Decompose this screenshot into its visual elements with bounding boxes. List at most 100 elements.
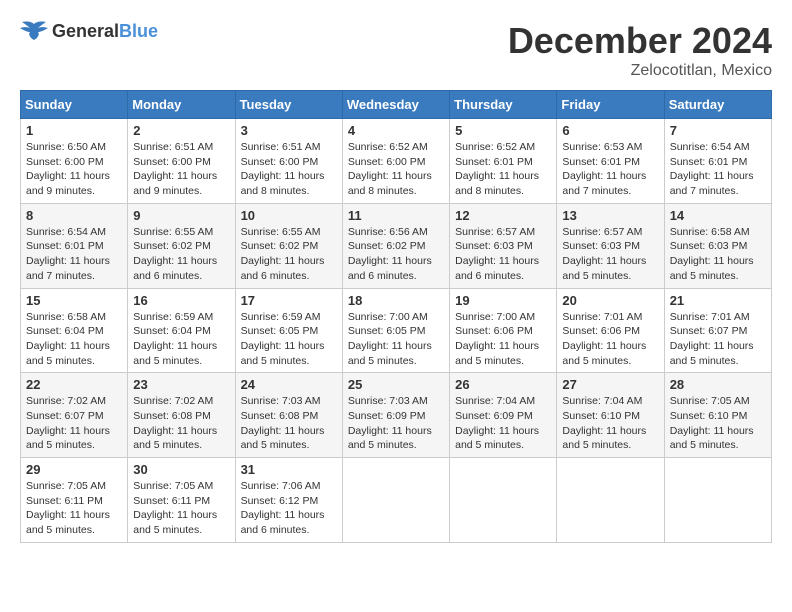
month-title: December 2024 — [508, 20, 772, 62]
empty-cell — [664, 458, 771, 543]
weekday-header-tuesday: Tuesday — [235, 91, 342, 119]
day-number: 23 — [133, 377, 229, 392]
day-number: 21 — [670, 293, 766, 308]
title-block: December 2024 Zelocotitlan, Mexico — [508, 20, 772, 80]
calendar-cell-day-20: 20Sunrise: 7:01 AM Sunset: 6:06 PM Dayli… — [557, 288, 664, 373]
day-number: 20 — [562, 293, 658, 308]
weekday-header-saturday: Saturday — [664, 91, 771, 119]
day-info: Sunrise: 6:59 AM Sunset: 6:04 PM Dayligh… — [133, 310, 229, 369]
weekday-header-row: SundayMondayTuesdayWednesdayThursdayFrid… — [21, 91, 772, 119]
logo-text: GeneralBlue — [52, 21, 158, 42]
day-number: 22 — [26, 377, 122, 392]
day-info: Sunrise: 7:00 AM Sunset: 6:05 PM Dayligh… — [348, 310, 444, 369]
calendar-cell-day-30: 30 Sunrise: 7:05 AM Sunset: 6:11 PM Dayli… — [128, 458, 235, 543]
calendar-cell-day-4: 4 Sunrise: 6:52 AM Sunset: 6:00 PM Daylig… — [342, 119, 449, 204]
day-number: 2 — [133, 123, 229, 138]
day-info: Sunrise: 7:00 AM Sunset: 6:06 PM Dayligh… — [455, 310, 551, 369]
day-info: Sunrise: 7:03 AM Sunset: 6:08 PM Dayligh… — [241, 394, 337, 453]
day-info: Sunrise: 7:02 AM Sunset: 6:07 PM Dayligh… — [26, 394, 122, 453]
logo-bird-icon — [20, 20, 48, 42]
empty-cell — [342, 458, 449, 543]
calendar-cell-day-31: 31 Sunrise: 7:06 AM Sunset: 6:12 PM Dayli… — [235, 458, 342, 543]
day-info: Sunrise: 6:59 AM Sunset: 6:05 PM Dayligh… — [241, 310, 337, 369]
day-info: Sunrise: 6:56 AM Sunset: 6:02 PM Dayligh… — [348, 225, 444, 284]
day-number: 3 — [241, 123, 337, 138]
calendar-cell-day-10: 10 Sunrise: 6:55 AM Sunset: 6:02 PM Dayli… — [235, 203, 342, 288]
day-number: 16 — [133, 293, 229, 308]
calendar-cell-day-1: 1Sunrise: 6:50 AM Sunset: 6:00 PM Daylig… — [21, 119, 128, 204]
day-info: Sunrise: 7:04 AM Sunset: 6:09 PM Dayligh… — [455, 394, 551, 453]
calendar-cell-day-16: 16 Sunrise: 6:59 AM Sunset: 6:04 PM Dayli… — [128, 288, 235, 373]
calendar-cell-day-23: 23Sunrise: 7:02 AM Sunset: 6:08 PM Dayli… — [128, 373, 235, 458]
calendar-cell-day-26: 26 Sunrise: 7:04 AM Sunset: 6:09 PM Dayli… — [450, 373, 557, 458]
day-number: 1 — [26, 123, 122, 138]
day-info: Sunrise: 6:53 AM Sunset: 6:01 PM Dayligh… — [562, 140, 658, 199]
day-number: 8 — [26, 208, 122, 223]
weekday-header-sunday: Sunday — [21, 91, 128, 119]
day-number: 26 — [455, 377, 551, 392]
day-number: 5 — [455, 123, 551, 138]
day-number: 10 — [241, 208, 337, 223]
empty-cell — [450, 458, 557, 543]
day-info: Sunrise: 7:05 AM Sunset: 6:11 PM Dayligh… — [133, 479, 229, 538]
calendar-cell-day-21: 21 Sunrise: 7:01 AM Sunset: 6:07 PM Dayli… — [664, 288, 771, 373]
day-number: 29 — [26, 462, 122, 477]
day-number: 27 — [562, 377, 658, 392]
day-info: Sunrise: 6:57 AM Sunset: 6:03 PM Dayligh… — [562, 225, 658, 284]
day-number: 17 — [241, 293, 337, 308]
day-info: Sunrise: 6:54 AM Sunset: 6:01 PM Dayligh… — [26, 225, 122, 284]
day-number: 31 — [241, 462, 337, 477]
day-info: Sunrise: 6:55 AM Sunset: 6:02 PM Dayligh… — [133, 225, 229, 284]
day-number: 7 — [670, 123, 766, 138]
day-number: 19 — [455, 293, 551, 308]
day-number: 25 — [348, 377, 444, 392]
calendar-cell-day-8: 8 Sunrise: 6:54 AM Sunset: 6:01 PM Daylig… — [21, 203, 128, 288]
day-number: 12 — [455, 208, 551, 223]
calendar-week-row: 29 Sunrise: 7:05 AM Sunset: 6:11 PM Dayli… — [21, 458, 772, 543]
location: Zelocotitlan, Mexico — [508, 62, 772, 80]
calendar-cell-day-17: 17 Sunrise: 6:59 AM Sunset: 6:05 PM Dayli… — [235, 288, 342, 373]
calendar-week-row: 15 Sunrise: 6:58 AM Sunset: 6:04 PM Dayli… — [21, 288, 772, 373]
day-number: 13 — [562, 208, 658, 223]
calendar-cell-day-5: 5 Sunrise: 6:52 AM Sunset: 6:01 PM Daylig… — [450, 119, 557, 204]
day-info: Sunrise: 6:58 AM Sunset: 6:03 PM Dayligh… — [670, 225, 766, 284]
day-info: Sunrise: 6:55 AM Sunset: 6:02 PM Dayligh… — [241, 225, 337, 284]
calendar-week-row: 1Sunrise: 6:50 AM Sunset: 6:00 PM Daylig… — [21, 119, 772, 204]
day-info: Sunrise: 6:52 AM Sunset: 6:00 PM Dayligh… — [348, 140, 444, 199]
calendar-week-row: 22 Sunrise: 7:02 AM Sunset: 6:07 PM Dayli… — [21, 373, 772, 458]
calendar-table: SundayMondayTuesdayWednesdayThursdayFrid… — [20, 90, 772, 543]
day-info: Sunrise: 6:57 AM Sunset: 6:03 PM Dayligh… — [455, 225, 551, 284]
day-number: 6 — [562, 123, 658, 138]
calendar-cell-day-27: 27 Sunrise: 7:04 AM Sunset: 6:10 PM Dayli… — [557, 373, 664, 458]
logo-general: General — [52, 21, 119, 41]
day-number: 4 — [348, 123, 444, 138]
calendar-cell-day-6: 6 Sunrise: 6:53 AM Sunset: 6:01 PM Daylig… — [557, 119, 664, 204]
calendar-cell-day-13: 13 Sunrise: 6:57 AM Sunset: 6:03 PM Dayli… — [557, 203, 664, 288]
day-number: 14 — [670, 208, 766, 223]
day-info: Sunrise: 7:04 AM Sunset: 6:10 PM Dayligh… — [562, 394, 658, 453]
day-number: 30 — [133, 462, 229, 477]
day-info: Sunrise: 7:01 AM Sunset: 6:07 PM Dayligh… — [670, 310, 766, 369]
calendar-cell-day-25: 25Sunrise: 7:03 AM Sunset: 6:09 PM Dayli… — [342, 373, 449, 458]
day-number: 9 — [133, 208, 229, 223]
calendar-cell-day-3: 3Sunrise: 6:51 AM Sunset: 6:00 PM Daylig… — [235, 119, 342, 204]
day-info: Sunrise: 6:58 AM Sunset: 6:04 PM Dayligh… — [26, 310, 122, 369]
day-info: Sunrise: 7:06 AM Sunset: 6:12 PM Dayligh… — [241, 479, 337, 538]
day-number: 18 — [348, 293, 444, 308]
weekday-header-friday: Friday — [557, 91, 664, 119]
weekday-header-monday: Monday — [128, 91, 235, 119]
calendar-cell-day-7: 7Sunrise: 6:54 AM Sunset: 6:01 PM Daylig… — [664, 119, 771, 204]
day-info: Sunrise: 6:52 AM Sunset: 6:01 PM Dayligh… — [455, 140, 551, 199]
calendar-cell-day-9: 9 Sunrise: 6:55 AM Sunset: 6:02 PM Daylig… — [128, 203, 235, 288]
page-header: GeneralBlue December 2024 Zelocotitlan, … — [20, 20, 772, 80]
day-number: 11 — [348, 208, 444, 223]
calendar-cell-day-28: 28Sunrise: 7:05 AM Sunset: 6:10 PM Dayli… — [664, 373, 771, 458]
logo: GeneralBlue — [20, 20, 158, 42]
day-number: 24 — [241, 377, 337, 392]
calendar-cell-day-14: 14 Sunrise: 6:58 AM Sunset: 6:03 PM Dayli… — [664, 203, 771, 288]
day-info: Sunrise: 7:05 AM Sunset: 6:11 PM Dayligh… — [26, 479, 122, 538]
calendar-cell-day-24: 24 Sunrise: 7:03 AM Sunset: 6:08 PM Dayli… — [235, 373, 342, 458]
calendar-cell-day-15: 15 Sunrise: 6:58 AM Sunset: 6:04 PM Dayli… — [21, 288, 128, 373]
weekday-header-wednesday: Wednesday — [342, 91, 449, 119]
day-number: 15 — [26, 293, 122, 308]
